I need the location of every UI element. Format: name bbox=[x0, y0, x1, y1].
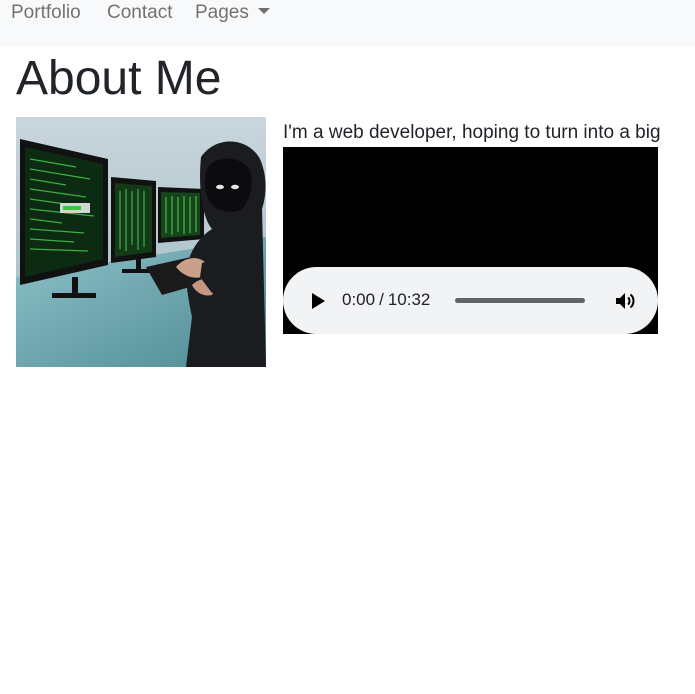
hacker-photo-illustration bbox=[16, 117, 266, 367]
intro-text: I'm a web developer, hoping to turn into… bbox=[283, 122, 661, 143]
nav-dropdown-pages-label: Pages bbox=[195, 2, 249, 23]
audio-player: 0:00/10:32 bbox=[283, 267, 658, 334]
nav-dropdown-pages[interactable]: Pages bbox=[195, 2, 270, 24]
current-time: 0:00 bbox=[342, 290, 376, 309]
profile-photo bbox=[16, 117, 266, 367]
time-separator: / bbox=[379, 290, 384, 309]
nav-link-portfolio[interactable]: Portfolio bbox=[11, 2, 81, 24]
caret-down-icon bbox=[257, 8, 270, 14]
nav-link-contact[interactable]: Contact bbox=[107, 2, 172, 24]
navbar: Portfolio Contact Pages bbox=[0, 0, 695, 46]
seek-bar[interactable] bbox=[455, 298, 585, 303]
duration: 10:32 bbox=[387, 290, 431, 309]
page-title: About Me bbox=[16, 52, 222, 105]
time-display: 0:00/10:32 bbox=[342, 289, 430, 311]
volume-icon[interactable] bbox=[614, 290, 636, 312]
play-icon[interactable] bbox=[309, 291, 327, 311]
